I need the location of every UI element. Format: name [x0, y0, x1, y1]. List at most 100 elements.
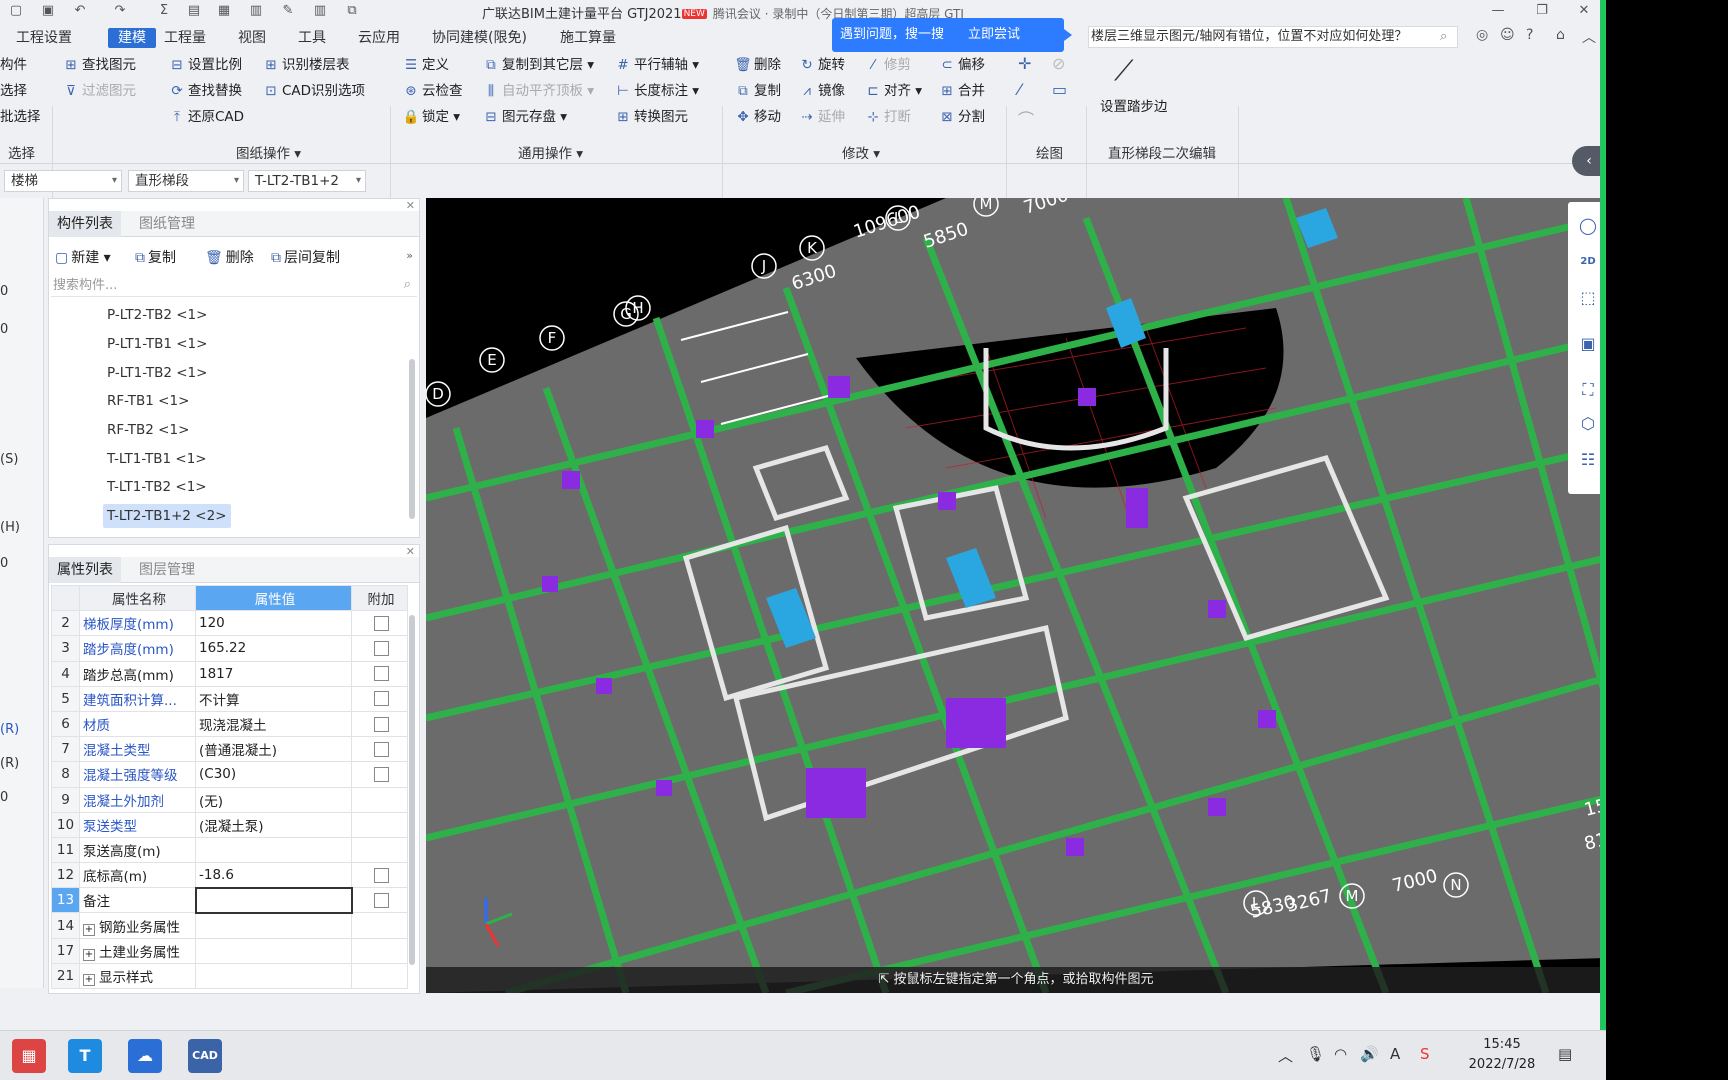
pen-icon[interactable]: ✎	[280, 3, 296, 19]
table-row[interactable]: 17 + 土建业务属性	[51, 937, 408, 964]
property-extra[interactable]	[351, 610, 408, 637]
cloud-app-icon[interactable]: ☁	[128, 1039, 162, 1073]
align-button[interactable]: ⊏ 对齐 ▾	[864, 80, 922, 102]
checkbox[interactable]	[373, 867, 389, 883]
tab-property-list[interactable]: 属性列表	[49, 557, 121, 583]
table-row[interactable]: 12 底标高(m) -18.6	[51, 862, 408, 889]
full-screen-icon[interactable]: ⛶	[1576, 378, 1600, 402]
tencent-meeting-icon[interactable]: T	[68, 1039, 102, 1073]
notification-icon[interactable]: ▤	[1558, 1045, 1572, 1063]
checkbox[interactable]	[373, 666, 389, 682]
scrollbar[interactable]	[409, 359, 415, 519]
property-extra[interactable]	[351, 912, 408, 939]
list-item-selected[interactable]: T-LT2-TB1+2 <2>	[103, 504, 231, 528]
more-icon[interactable]: »	[406, 249, 413, 262]
checkbox[interactable]	[373, 766, 389, 782]
copy-button[interactable]: ⧉ 复制	[135, 247, 176, 267]
skin-icon[interactable]: ⌂	[1556, 27, 1565, 43]
list-view-icon[interactable]: ☷	[1576, 448, 1600, 472]
mirror-button[interactable]: ⩘ 镜像	[798, 80, 845, 102]
list-item[interactable]: T-LT1-TB1 <1>	[103, 447, 211, 471]
user-icon[interactable]: ◎	[1476, 27, 1488, 43]
cad-app-icon[interactable]: CAD	[188, 1039, 222, 1073]
list-item[interactable]: RF-TB2 <1>	[103, 418, 193, 442]
trim-button[interactable]: ⁄ 修剪	[864, 54, 911, 76]
export-icon[interactable]: ⧉	[344, 3, 360, 19]
tip-try-button[interactable]: 立即尝试	[964, 27, 1024, 42]
expand-icon[interactable]: +	[83, 973, 95, 986]
model-scene[interactable]: DEFG HJKLML MN 109600585063007000700032675…	[426, 198, 1606, 993]
auto-align-slab-button[interactable]: ⫼ 自动平齐顶板 ▾	[482, 80, 594, 102]
property-value[interactable]	[194, 886, 353, 914]
property-value[interactable]: (混凝土泵)	[195, 811, 352, 838]
property-value[interactable]: -18.6	[195, 862, 352, 889]
menu-tools[interactable]: 工具	[298, 28, 326, 48]
property-extra[interactable]	[351, 736, 408, 763]
property-extra[interactable]	[351, 660, 408, 687]
restore-icon[interactable]: ❐	[1534, 3, 1550, 19]
menu-modeling[interactable]: 建模	[108, 28, 156, 48]
tab-layer-management[interactable]: 图层管理	[131, 557, 203, 583]
wifi-icon[interactable]: ◠	[1334, 1045, 1347, 1063]
tab-drawing-management[interactable]: 图纸管理	[131, 211, 203, 237]
convert-element-button[interactable]: ⊞ 转换图元	[614, 106, 688, 128]
new-button[interactable]: ▢ 新建 ▾	[55, 247, 111, 267]
offset-button[interactable]: ⊂ 偏移	[938, 54, 985, 76]
lock-button[interactable]: 🔒 锁定 ▾	[402, 106, 460, 128]
display-mode-icon[interactable]: ▣	[1576, 332, 1600, 356]
search-icon[interactable]: ⌕	[404, 277, 411, 292]
cloud-check-button[interactable]: ⊛ 云检查	[402, 80, 462, 102]
menu-cloud[interactable]: 云应用	[358, 28, 400, 48]
property-value[interactable]: (普通混凝土)	[195, 736, 352, 763]
point-icon[interactable]: ✛	[1018, 54, 1031, 73]
property-extra[interactable]	[351, 962, 408, 990]
property-value[interactable]: 不计算	[195, 685, 352, 712]
search-icon[interactable]: ⌕	[1440, 29, 1447, 44]
component-search-input[interactable]: 搜索构件...	[51, 275, 417, 297]
table-row[interactable]: 7 混凝土类型 (普通混凝土)	[51, 736, 408, 763]
checkbox[interactable]	[373, 716, 389, 732]
table-row[interactable]: 8 混凝土强度等级 (C30)	[51, 761, 408, 788]
chevron-up-icon[interactable]: ︿	[1278, 1045, 1293, 1066]
property-value[interactable]	[195, 836, 352, 864]
property-extra[interactable]	[351, 836, 408, 864]
ribbon-select[interactable]: 选择	[0, 80, 27, 102]
microphone-icon[interactable]: 🎙	[1306, 1045, 1325, 1063]
cad-options-button[interactable]: ⊡ CAD识别选项	[262, 80, 365, 102]
parallel-axis-button[interactable]: # 平行辅轴 ▾	[614, 54, 699, 76]
line-icon[interactable]: ⁄	[1018, 80, 1021, 99]
list-item[interactable]: RF-TB1 <1>	[103, 389, 193, 413]
ribbon-select-component[interactable]: 构件	[0, 54, 27, 76]
redo-icon[interactable]: ↷	[112, 3, 128, 19]
copy-between-floors-button[interactable]: ⧉ 层间复制	[271, 247, 340, 267]
cube-icon[interactable]: ⬡	[1576, 412, 1600, 436]
property-value[interactable]	[195, 962, 352, 990]
copy-to-floor-button[interactable]: ⧉ 复制到其它层 ▾	[482, 54, 594, 76]
help-search-input[interactable]: 楼层三维显示图元/轴网有错位，位置不对应如何处理？	[1088, 26, 1458, 48]
minimize-icon[interactable]: —	[1490, 3, 1506, 19]
list-item[interactable]: P-LT1-TB2 <1>	[103, 361, 211, 385]
element-save-button[interactable]: ⊟ 图元存盘 ▾	[482, 106, 567, 128]
property-value[interactable]: 1817	[195, 660, 352, 687]
move-button[interactable]: ✥ 移动	[734, 106, 781, 128]
table-icon[interactable]: ▥	[248, 3, 264, 19]
property-value[interactable]: 120	[195, 610, 352, 637]
checkbox[interactable]	[373, 640, 389, 656]
checkbox[interactable]	[373, 615, 389, 631]
table-row[interactable]: 3 踏步高度(mm) 165.22	[51, 635, 408, 662]
merge-button[interactable]: ⊞ 合并	[938, 80, 985, 102]
property-extra[interactable]	[351, 786, 408, 813]
copy-button[interactable]: ⧉ 复制	[734, 80, 781, 102]
component-select[interactable]: T-LT2-TB1+2	[248, 170, 366, 192]
table-row[interactable]: 9 混凝土外加剂 (无)	[51, 786, 408, 813]
menu-construction[interactable]: 施工算量	[560, 28, 616, 48]
identify-floor-table-button[interactable]: ⊞ 识别楼层表	[262, 54, 349, 76]
property-extra[interactable]	[351, 685, 408, 712]
table-row[interactable]: 14 + 钢筋业务属性	[51, 912, 408, 939]
property-value[interactable]: (无)	[195, 786, 352, 813]
input-method-icon[interactable]: A	[1390, 1045, 1400, 1063]
type-select[interactable]: 直形梯段	[128, 170, 244, 192]
open-icon[interactable]: ▢	[8, 3, 24, 19]
save-icon[interactable]: ▣	[40, 3, 56, 19]
start-app-icon[interactable]: ▦	[12, 1039, 46, 1073]
